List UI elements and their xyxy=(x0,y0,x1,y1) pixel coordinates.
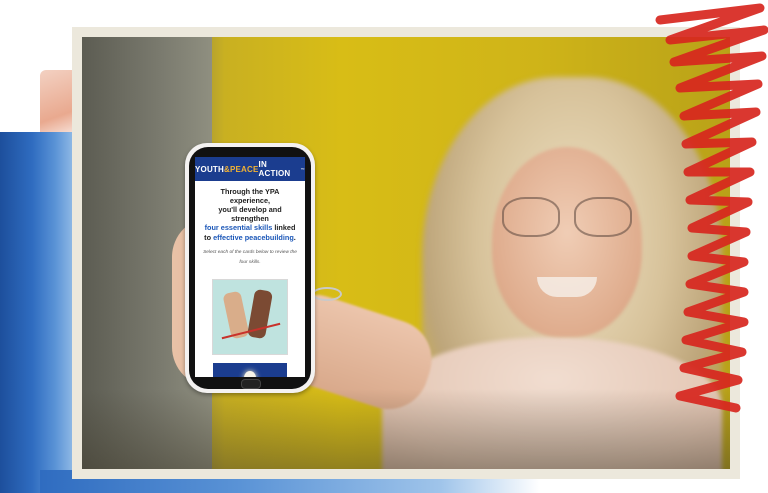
lead-highlight-skills: four essential skills xyxy=(204,223,273,233)
skill-card-1[interactable] xyxy=(212,278,288,355)
lead-line-4-start: to xyxy=(204,232,214,242)
home-button xyxy=(241,379,261,389)
lead-highlight-peacebuilding: effective peacebuilding xyxy=(213,232,294,242)
lead-line-4-end: . xyxy=(293,232,296,242)
photo xyxy=(82,37,730,469)
lead-line-3-end: linked xyxy=(272,223,296,233)
banner-in-action: IN ACTION xyxy=(258,160,291,178)
lightbulb-icon xyxy=(244,370,256,377)
lead-line-2: you'll develop and strengthen xyxy=(218,205,282,224)
banner-trademark: ™ xyxy=(300,166,305,172)
floor-shadow xyxy=(82,389,730,469)
red-scribble xyxy=(655,3,768,413)
banner-youth: YOUTH xyxy=(195,164,224,174)
lead-text: Through the YPA experience, you'll devel… xyxy=(195,181,305,242)
lead-line-1: Through the YPA experience, xyxy=(220,187,280,206)
lead-line-3: four essential skills linked xyxy=(201,223,299,232)
skill-card-2[interactable] xyxy=(213,362,287,377)
phone-screen: YOUTH &PEACE IN ACTION ™ Through the YPA e… xyxy=(195,157,305,377)
instruction-text: Select each of the cards below to review… xyxy=(203,249,297,266)
ring xyxy=(312,287,342,301)
smartphone: YOUTH &PEACE IN ACTION ™ Through the YPA e… xyxy=(185,143,315,393)
ypa-banner: YOUTH &PEACE IN ACTION ™ xyxy=(195,157,305,181)
banner-peace: &PEACE xyxy=(224,164,259,174)
glasses xyxy=(502,197,632,237)
lead-line-4: to effective peacebuilding. xyxy=(201,233,299,242)
woman-face xyxy=(492,147,642,337)
